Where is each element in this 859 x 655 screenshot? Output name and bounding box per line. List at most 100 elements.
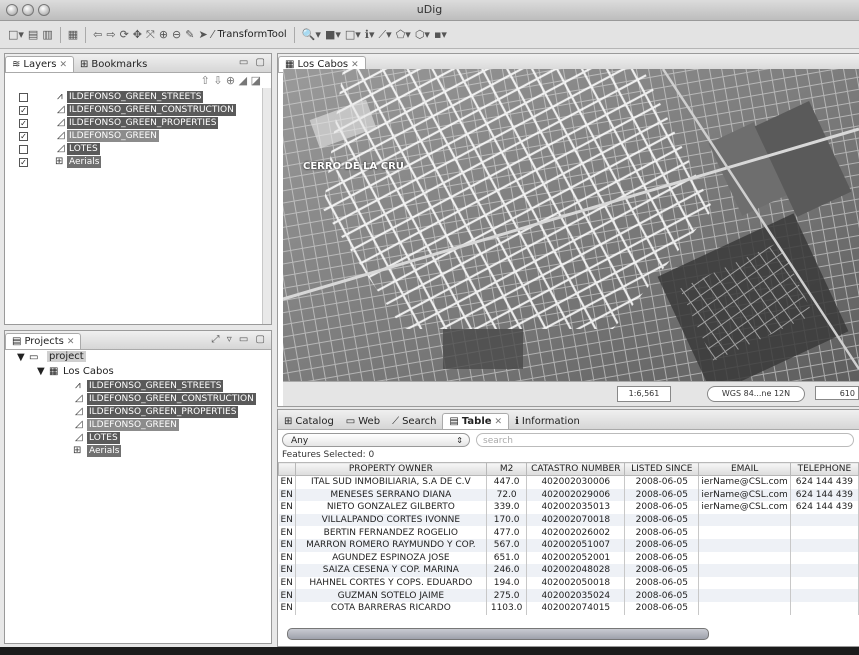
expand-triangle-icon[interactable]: ▼ <box>37 366 45 377</box>
tab-web[interactable]: ▭ Web <box>340 414 386 429</box>
horizontal-scrollbar[interactable] <box>287 628 709 640</box>
pan-icon[interactable]: ✥ <box>133 28 142 42</box>
table-cell <box>698 551 791 565</box>
scale-field[interactable]: 1:6,561 <box>617 386 671 402</box>
table-cell: 567.0 <box>486 538 528 552</box>
zoom-in-icon[interactable]: ⊕ <box>159 28 168 42</box>
panel-window-controls[interactable]: ▭ ▢ <box>239 57 267 68</box>
panel-window-controls[interactable]: ⤢ ▿ ▭ ▢ <box>212 334 267 345</box>
edit-geometry-icon[interactable]: ⬡▾ <box>415 28 430 42</box>
vertical-scrollbar[interactable] <box>262 88 271 324</box>
layers-menu-icon[interactable]: ◪ <box>251 74 261 87</box>
table-cell <box>790 601 859 615</box>
project-layer-node[interactable]: ILDEFONSO_GREEN_CONSTRUCTION <box>87 393 256 405</box>
expand-icon[interactable]: ⊞ <box>73 445 81 457</box>
style-icon[interactable]: ◢ <box>239 74 247 87</box>
layer-item[interactable]: ⩘ ILDEFONSO_GREEN_STREETS <box>5 91 271 104</box>
column-header[interactable]: LISTED SINCE <box>624 462 700 476</box>
close-icon[interactable]: ✕ <box>67 337 75 347</box>
table-cell: 194.0 <box>486 576 528 590</box>
column-header[interactable]: PROPERTY OWNER <box>294 462 487 476</box>
refresh-icon[interactable]: ⟳ <box>120 28 129 42</box>
column-header[interactable]: EMAIL <box>698 462 791 476</box>
layer-item[interactable]: ✓ ⊞ Aerials <box>5 156 271 169</box>
add-layer-icon[interactable]: ⊕ <box>226 74 235 87</box>
transform-tool-button[interactable]: TransformTool <box>218 29 287 40</box>
zoom-extent-icon[interactable]: ⤧ <box>146 28 155 42</box>
tab-layers[interactable]: ≋ Layers ✕ <box>5 56 75 72</box>
close-icon[interactable]: ✕ <box>495 417 503 427</box>
zoom-tool-icon[interactable]: 🔍▾ <box>302 28 321 42</box>
save-all-icon[interactable]: ▥ <box>42 28 52 42</box>
back-icon[interactable]: ⇦ <box>93 28 102 42</box>
transform-icon[interactable]: ⁄ <box>212 28 214 42</box>
close-icon[interactable]: ✕ <box>59 60 67 70</box>
table-row[interactable]: EN AGUNDEZ ESPINOZA JOSE 651.0 402002052001… <box>278 551 859 565</box>
polygon-tool-icon[interactable]: ⬠▾ <box>396 28 411 42</box>
more-tools-icon[interactable]: ▪▾ <box>434 28 447 42</box>
table-cell: 170.0 <box>486 513 528 527</box>
map-node[interactable]: Los Cabos <box>63 366 114 377</box>
print-icon[interactable]: ▦ <box>68 28 78 42</box>
box-tool-icon[interactable]: □▾ <box>345 28 361 42</box>
table-row[interactable]: EN MENESES SERRANO DIANA 72.0 402002029006 2… <box>278 488 859 502</box>
table-cell: 2008-06-05 <box>624 488 700 502</box>
table-row[interactable]: EN VILLALPANDO CORTES IVONNE 170.0 40200207… <box>278 513 859 527</box>
move-down-icon[interactable]: ⇩ <box>213 74 222 87</box>
project-layer-node[interactable]: ILDEFONSO_GREEN_PROPERTIES <box>87 406 239 418</box>
crs-button[interactable]: WGS 84...ne 12N <box>707 386 805 402</box>
layer-visibility-checkbox[interactable]: ✓ <box>19 106 28 115</box>
tab-table[interactable]: ▤ Table ✕ <box>442 413 510 429</box>
move-up-icon[interactable]: ⇧ <box>200 74 209 87</box>
table-row[interactable]: EN MARRON ROMERO RAYMUNDO Y COP. 567.0 4020… <box>278 538 859 552</box>
zoom-out-icon[interactable]: ⊖ <box>172 28 181 42</box>
project-layer-node[interactable]: ILDEFONSO_GREEN_STREETS <box>87 380 224 392</box>
layer-visibility-checkbox[interactable] <box>19 145 28 154</box>
edit-icon[interactable]: ✎ <box>185 28 194 42</box>
arrow-icon[interactable]: ➤ <box>198 28 207 42</box>
table-row[interactable]: EN SAIZA CESENA Y COP. MARINA 246.0 4020020… <box>278 564 859 577</box>
layer-item[interactable]: ✓ ◿ ILDEFONSO_GREEN_CONSTRUCTION <box>5 104 271 117</box>
table-row[interactable]: EN NIETO GONZALEZ GILBERTO 339.0 4020020350… <box>278 501 859 514</box>
attribute-filter-select[interactable]: Any ⇕ <box>282 433 470 447</box>
tab-projects[interactable]: ▤ Projects ✕ <box>5 333 82 349</box>
table-row[interactable]: EN COTA BARRERAS RICARDO 1103.0 40200207401… <box>278 601 859 615</box>
table-cell: 402002035024 <box>526 589 626 602</box>
save-icon[interactable]: ▤ <box>28 28 38 42</box>
table-cell <box>790 564 859 577</box>
layer-item[interactable]: ✓ ◿ ILDEFONSO_GREEN_PROPERTIES <box>5 117 271 130</box>
project-node[interactable]: project <box>47 351 86 362</box>
select-tool-icon[interactable]: ■▾ <box>325 28 341 42</box>
expand-triangle-icon[interactable]: ▼ <box>17 352 25 363</box>
tab-catalog[interactable]: ⊞ Catalog <box>278 414 340 429</box>
forward-icon[interactable]: ⇨ <box>106 28 115 42</box>
table-row[interactable]: EN BERTIN FERNANDEZ ROGELIO 477.0 402002026… <box>278 526 859 539</box>
column-header[interactable]: TELEPHONE <box>789 462 859 476</box>
tab-search[interactable]: ⟋ Search <box>386 414 442 429</box>
project-layer-node[interactable]: Aerials <box>87 445 122 457</box>
column-header[interactable]: M2 <box>485 462 528 476</box>
tab-information[interactable]: ℹ Information <box>509 414 586 429</box>
new-icon[interactable]: □▾ <box>8 28 24 42</box>
layer-visibility-checkbox[interactable] <box>19 93 28 102</box>
project-layer-node[interactable]: ILDEFONSO_GREEN <box>87 419 179 431</box>
map-canvas[interactable]: CERRO DE LA CRU <box>283 69 859 381</box>
tab-bookmarks[interactable]: ⊞ Bookmarks <box>74 57 153 72</box>
layer-visibility-checkbox[interactable]: ✓ <box>19 158 28 167</box>
table-row[interactable]: EN ITAL SUD INMOBILIARIA, S.A DE C.V 447.0… <box>278 475 859 489</box>
layer-item[interactable]: ✓ ◿ ILDEFONSO_GREEN <box>5 130 271 143</box>
close-icon[interactable]: ✕ <box>351 60 359 70</box>
table-row[interactable]: EN HAHNEL CORTES Y COPS. EDUARDO 194.0 4020… <box>278 576 859 590</box>
project-layer-node[interactable]: LOTES <box>87 432 120 444</box>
info-tool-icon[interactable]: ℹ▾ <box>365 28 375 42</box>
column-header[interactable]: CATASTRO NUMBER <box>526 462 626 476</box>
table-cell: 402002074015 <box>526 601 626 615</box>
layer-visibility-checkbox[interactable]: ✓ <box>19 132 28 141</box>
column-header[interactable] <box>278 462 296 476</box>
line-tool-icon[interactable]: ⟋▾ <box>378 28 391 42</box>
layer-item[interactable]: ◿ LOTES <box>5 143 271 156</box>
layer-visibility-checkbox[interactable]: ✓ <box>19 119 28 128</box>
table-row[interactable]: EN GUZMAN SOTELO JAIME 275.0 402002035024 20… <box>278 589 859 602</box>
expand-icon[interactable]: ⊞ <box>55 156 63 168</box>
search-input[interactable]: search <box>476 433 854 447</box>
